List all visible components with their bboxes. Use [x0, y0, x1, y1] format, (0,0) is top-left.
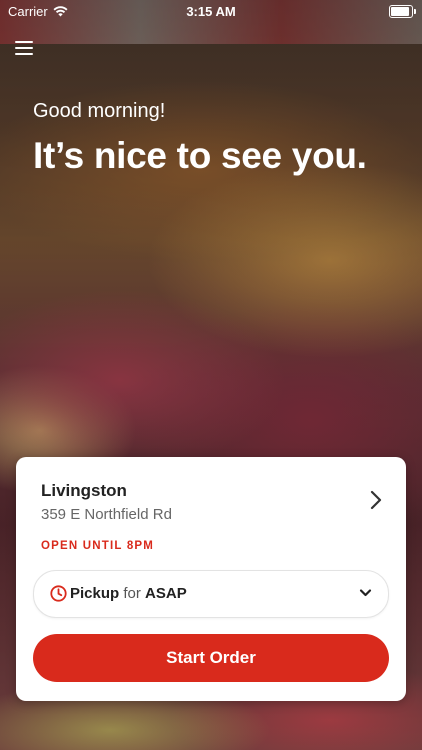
status-bar: Carrier 3:15 AM — [0, 0, 422, 22]
welcome-headline: It’s nice to see you. — [33, 135, 367, 176]
start-order-button[interactable]: Start Order — [33, 634, 389, 682]
open-status-label: OPEN UNTIL 8PM — [41, 540, 155, 552]
hamburger-menu-icon[interactable] — [15, 40, 35, 56]
order-mode: Pickup — [70, 585, 120, 602]
store-name[interactable]: Livingston — [41, 481, 127, 501]
store-address: 359 E Northfield Rd — [41, 506, 172, 523]
clock-icon — [50, 585, 67, 602]
order-connector: for — [123, 585, 141, 602]
greeting-text: Good morning! — [33, 100, 166, 122]
order-type-selector[interactable]: Pickup for ASAP — [33, 570, 389, 618]
battery-level — [391, 7, 409, 16]
order-time: ASAP — [145, 585, 187, 602]
battery-icon — [389, 5, 416, 18]
status-time: 3:15 AM — [186, 4, 236, 19]
chevron-right-icon[interactable] — [366, 489, 386, 511]
store-card: Livingston 359 E Northfield Rd OPEN UNTI… — [16, 457, 406, 701]
chevron-down-icon — [359, 589, 372, 597]
order-type-text: Pickup for ASAP — [70, 585, 187, 602]
